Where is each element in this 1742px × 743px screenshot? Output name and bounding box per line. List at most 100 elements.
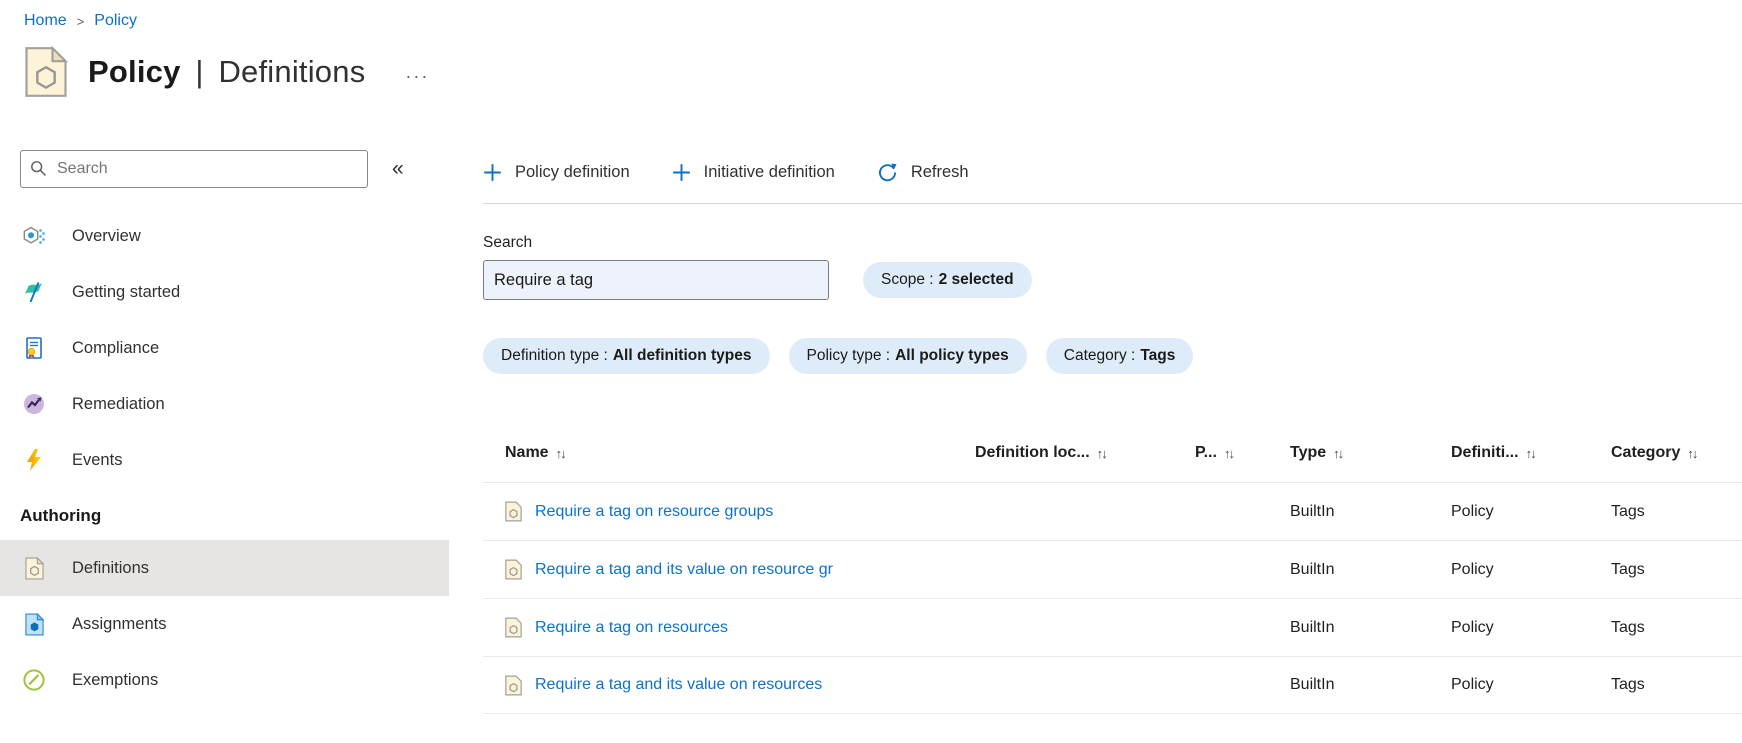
definition-link[interactable]: Require a tag on resource groups [535,503,773,521]
content-pane: Policy definition Initiative definition … [449,106,1742,714]
definition-link[interactable]: Require a tag and its value on resource … [535,561,833,579]
definition-link[interactable]: Require a tag and its value on resources [535,676,822,694]
sidebar-item-exemptions[interactable]: Exemptions [0,652,449,708]
definitions-table: Name ↑↓ Definition loc... ↑↓ P... ↑↓ Typ… [483,424,1742,714]
more-options-button[interactable]: ··· [405,58,429,87]
filter-area: Search Scope 2 selected Definition type … [483,234,1742,374]
sidebar-item-events[interactable]: Events [0,432,449,488]
definition-type-filter-pill[interactable]: Definition type All definition types [483,338,770,374]
type-cell: BuiltIn [1290,618,1335,636]
column-header-definition-type[interactable]: Definiti... ↑↓ [1436,444,1596,462]
sidebar-search-row: « [20,150,449,188]
sidebar-search-input[interactable] [20,150,368,188]
column-header-definition-location[interactable]: Definition loc... ↑↓ [960,444,1180,462]
definition-link[interactable]: Require a tag on resources [535,619,728,637]
policy-definition-icon [505,559,522,580]
name-cell: Require a tag on resources [483,617,960,638]
refresh-button[interactable]: Refresh [877,162,969,183]
pill-value: 2 selected [938,271,1014,288]
sort-icon: ↑↓ [555,445,567,461]
policy-definition-icon [505,675,522,695]
filter-search-label: Search [483,234,533,251]
breadcrumb: Home > Policy [0,0,1742,30]
sidebar-item-label: Events [72,450,123,469]
breadcrumb-home-link[interactable]: Home [24,12,67,30]
compliance-icon [22,336,46,360]
getting-started-icon [22,280,46,304]
table-row[interactable]: Require a tag on resources BuiltIn Polic… [483,598,1742,656]
sidebar-item-overview[interactable]: Overview [0,208,449,264]
name-cell: Require a tag and its value on resources [483,675,960,696]
overview-icon [22,224,46,248]
sidebar-item-label: Getting started [72,282,181,301]
search-icon [31,161,47,177]
breadcrumb-separator: > [76,14,85,29]
sidebar-item-label: Overview [72,226,141,245]
refresh-icon [878,162,897,181]
sidebar-item-remediation[interactable]: Remediation [0,376,449,432]
pill-name: Category [1064,347,1136,365]
column-header-category[interactable]: Category ↑↓ [1596,444,1742,462]
definition-type-cell: Policy [1451,676,1494,693]
policy-definition-button[interactable]: Policy definition [483,163,630,182]
page-title-primary: Policy [88,54,181,89]
sidebar-item-getting-started[interactable]: Getting started [0,264,449,320]
initiative-definition-button[interactable]: Initiative definition [672,163,835,182]
remediation-icon [22,392,46,416]
column-header-name[interactable]: Name ↑↓ [483,444,960,462]
category-filter-pill[interactable]: Category Tags [1045,338,1194,374]
toolbar-button-label: Refresh [910,162,969,181]
sort-icon: ↑↓ [1525,445,1537,461]
sidebar-menu: Overview Getting started Compliance Reme… [0,208,449,708]
name-cell: Require a tag on resource groups [483,501,960,522]
plus-icon [672,163,690,181]
category-cell: Tags [1611,502,1645,520]
sidebar-item-label: Remediation [72,394,165,413]
table-row[interactable]: Require a tag and its value on resource … [483,540,1742,598]
sidebar-item-compliance[interactable]: Compliance [0,320,449,376]
column-label: Definiti... [1451,444,1519,461]
table-header-row: Name ↑↓ Definition loc... ↑↓ P... ↑↓ Typ… [483,424,1742,482]
pill-value: All definition types [612,347,752,364]
sidebar-collapse-button[interactable]: « [392,157,404,181]
sidebar-item-definitions[interactable]: Definitions [0,540,449,596]
command-bar: Policy definition Initiative definition … [483,150,1742,194]
pill-name: Scope [881,271,934,289]
policy-type-filter-pill[interactable]: Policy type All policy types [788,338,1027,374]
policy-definition-icon [505,617,522,638]
sidebar: « Overview [0,106,449,714]
policy-document-icon [25,46,68,97]
sort-icon: ↑↓ [1333,445,1344,461]
sidebar-item-label: Compliance [72,338,160,357]
toolbar-button-label: Initiative definition [703,162,835,181]
column-label: Name [505,444,549,461]
sort-icon: ↑↓ [1687,445,1698,461]
sidebar-item-assignments[interactable]: Assignments [0,596,449,652]
definition-type-cell: Policy [1451,502,1494,520]
breadcrumb-policy-link[interactable]: Policy [94,12,137,30]
definition-search-input[interactable] [483,260,829,300]
table-row[interactable]: Require a tag and its value on resources… [483,656,1742,714]
sidebar-section-authoring: Authoring [20,506,102,525]
type-cell: BuiltIn [1290,502,1335,520]
definition-type-cell: Policy [1451,560,1494,578]
sort-icon: ↑↓ [1223,445,1235,461]
table-row[interactable]: Require a tag on resource groups BuiltIn… [483,482,1742,540]
column-header-type[interactable]: Type ↑↓ [1275,444,1436,462]
type-cell: BuiltIn [1290,676,1335,693]
exemptions-icon [22,668,46,692]
category-cell: Tags [1611,618,1645,636]
assignments-icon [22,612,46,636]
column-header-policies[interactable]: P... ↑↓ [1180,444,1275,462]
scope-filter-pill[interactable]: Scope 2 selected [863,262,1032,298]
toolbar-button-label: Policy definition [515,162,630,181]
main-layout: « Overview [0,106,1742,714]
pill-value: Tags [1140,347,1176,364]
sidebar-search-wrap [20,150,368,188]
toolbar-divider [483,203,1742,204]
pill-name: Definition type [501,347,608,365]
page-title: Policy | Definitions [88,54,365,90]
pill-name: Policy type [807,347,891,365]
pill-value: All policy types [895,347,1009,364]
definitions-icon [22,556,46,580]
